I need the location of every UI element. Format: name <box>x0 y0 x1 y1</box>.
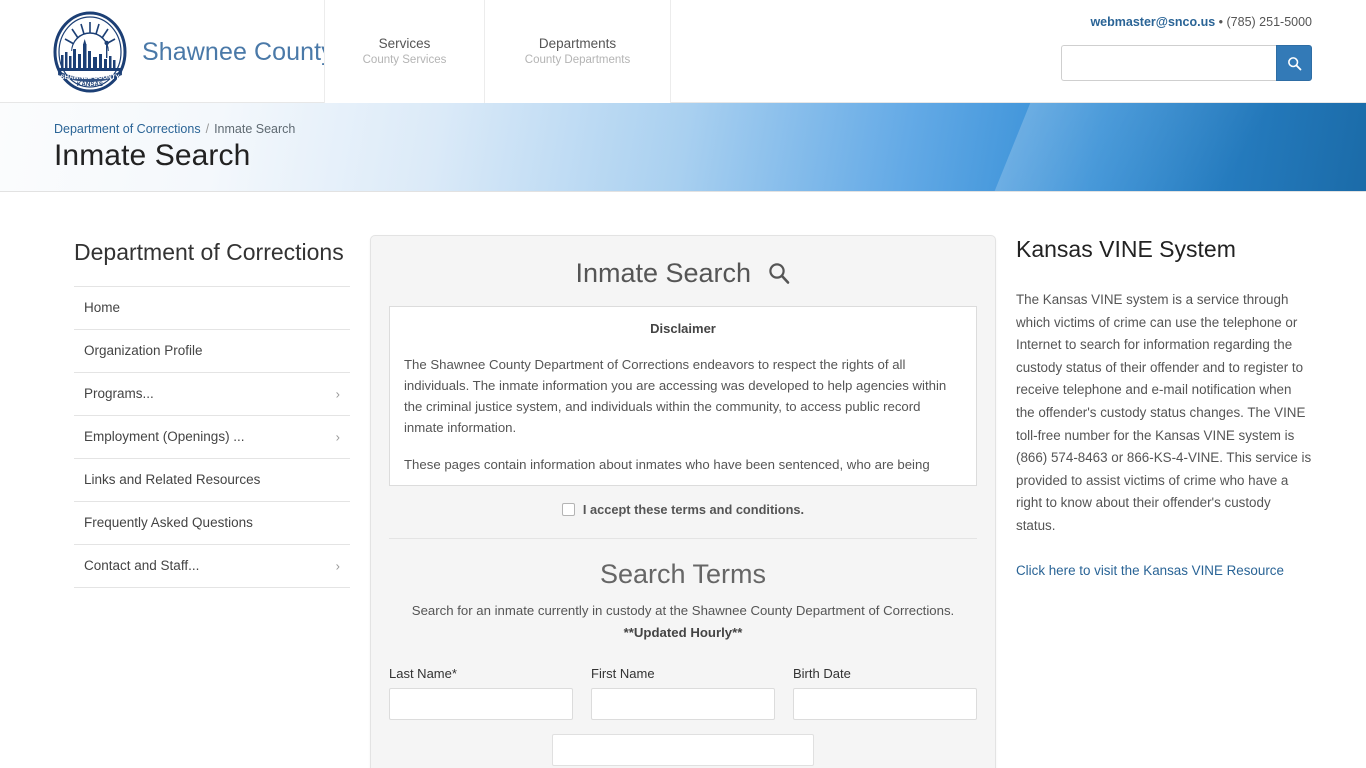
inmate-search-panel: Inmate Search Disclaimer The Shawnee Cou… <box>370 235 996 768</box>
sidebar-item-faq[interactable]: Frequently Asked Questions <box>74 501 350 544</box>
nav-item-services-subtitle: County Services <box>363 53 447 68</box>
birth-date-label: Birth Date <box>793 666 977 681</box>
banner-content: Department of Corrections/Inmate Search … <box>54 122 295 173</box>
last-name-label: Last Name* <box>389 666 573 681</box>
birth-date-input[interactable] <box>793 688 977 720</box>
sidebar-item-contact-and-staff[interactable]: Contact and Staff... › <box>74 544 350 588</box>
sidebar-item-label: Frequently Asked Questions <box>84 515 253 530</box>
breadcrumb-current: Inmate Search <box>214 122 295 136</box>
search-icon <box>767 260 791 292</box>
first-name-input[interactable] <box>591 688 775 720</box>
breadcrumb-parent-link[interactable]: Department of Corrections <box>54 122 201 136</box>
disclaimer-scroll-box[interactable]: Disclaimer The Shawnee County Department… <box>389 306 977 486</box>
page-banner: Department of Corrections/Inmate Search … <box>0 103 1366 192</box>
disclaimer-paragraph-2: These pages contain information about in… <box>404 454 962 475</box>
sidebar-item-programs[interactable]: Programs... › <box>74 372 350 415</box>
search-terms-description: Search for an inmate currently in custod… <box>371 600 995 622</box>
chevron-right-icon: › <box>336 388 340 401</box>
form-bottom-row <box>371 720 995 766</box>
breadcrumb: Department of Corrections / Inmate Search <box>54 122 295 136</box>
sidebar-item-label: Organization Profile <box>84 343 203 358</box>
webmaster-email-link[interactable]: webmaster@snco.us <box>1090 15 1215 29</box>
nav-item-departments-subtitle: County Departments <box>525 53 630 68</box>
first-name-label: First Name <box>591 666 775 681</box>
disclaimer-heading: Disclaimer <box>404 321 962 336</box>
partial-bottom-control[interactable] <box>552 734 814 766</box>
sidebar-item-label: Links and Related Resources <box>84 472 260 487</box>
page-title: Inmate Search <box>54 139 295 173</box>
search-icon <box>1287 56 1302 71</box>
sidebar-item-employment[interactable]: Employment (Openings) ... › <box>74 415 350 458</box>
sidebar-item-label: Programs... <box>84 386 154 401</box>
site-brand[interactable]: SHAWNEE COUNTY KANSAS Shawnee County <box>52 10 334 94</box>
sidebar-item-home[interactable]: Home <box>74 286 350 329</box>
primary-nav: Services County Services Departments Cou… <box>325 0 671 103</box>
sidebar-item-label: Home <box>84 300 120 315</box>
nav-item-departments[interactable]: Departments County Departments <box>484 0 671 103</box>
nav-item-services-title: Services <box>379 36 431 52</box>
brand-name[interactable]: Shawnee County <box>142 38 334 67</box>
sidebar-heading: Department of Corrections <box>74 238 350 266</box>
search-terms-heading: Search Terms <box>371 558 995 590</box>
last-name-field-group: Last Name* <box>389 666 573 720</box>
panel-title-text: Inmate Search <box>575 258 751 288</box>
sidebar-item-links-and-related-resources[interactable]: Links and Related Resources <box>74 458 350 501</box>
accept-terms-row: I accept these terms and conditions. <box>371 502 995 517</box>
page-content: Department of Corrections Home Organizat… <box>0 192 1366 767</box>
sidebar-item-label: Contact and Staff... <box>84 558 199 573</box>
seal-text-bottom: KANSAS <box>77 81 103 88</box>
accept-terms-checkbox[interactable] <box>562 503 575 516</box>
site-header: SHAWNEE COUNTY KANSAS Shawnee County Ser… <box>0 0 1366 103</box>
sidebar-item-label: Employment (Openings) ... <box>84 429 245 444</box>
first-name-field-group: First Name <box>591 666 775 720</box>
nav-item-departments-title: Departments <box>539 36 616 52</box>
sidebar-item-organization-profile[interactable]: Organization Profile <box>74 329 350 372</box>
nav-item-services[interactable]: Services County Services <box>324 0 485 103</box>
sidebar: Department of Corrections Home Organizat… <box>74 238 350 588</box>
sidebar-nav: Home Organization Profile Programs... › … <box>74 286 350 588</box>
last-name-input[interactable] <box>389 688 573 720</box>
panel-title: Inmate Search <box>371 257 995 292</box>
seal-text-top: SHAWNEE COUNTY <box>60 74 120 81</box>
shawnee-county-seal-icon: SHAWNEE COUNTY KANSAS <box>52 11 128 93</box>
search-terms-updated-note: **Updated Hourly** <box>371 622 995 644</box>
aside-heading: Kansas VINE System <box>1016 235 1312 263</box>
header-contact: webmaster@snco.us • (785) 251-5000 <box>1090 15 1312 29</box>
chevron-right-icon: › <box>336 431 340 444</box>
birth-date-field-group: Birth Date <box>793 666 977 720</box>
aside-kansas-vine: Kansas VINE System The Kansas VINE syste… <box>1016 235 1312 582</box>
site-search <box>1061 45 1312 81</box>
aside-body-text: The Kansas VINE system is a service thro… <box>1016 289 1312 538</box>
breadcrumb-separator: / <box>206 122 209 136</box>
accept-terms-label[interactable]: I accept these terms and conditions. <box>583 502 804 517</box>
contact-separator: • <box>1215 15 1226 29</box>
chevron-right-icon: › <box>336 560 340 573</box>
kansas-vine-resource-link[interactable]: Click here to visit the Kansas VINE Reso… <box>1016 563 1284 578</box>
inmate-search-form: Last Name* First Name Birth Date <box>371 644 995 720</box>
site-search-button[interactable] <box>1276 45 1312 81</box>
disclaimer-paragraph-1: The Shawnee County Department of Correct… <box>404 354 962 438</box>
contact-phone: (785) 251-5000 <box>1227 15 1312 29</box>
site-search-input[interactable] <box>1061 45 1276 81</box>
panel-divider <box>389 538 977 539</box>
